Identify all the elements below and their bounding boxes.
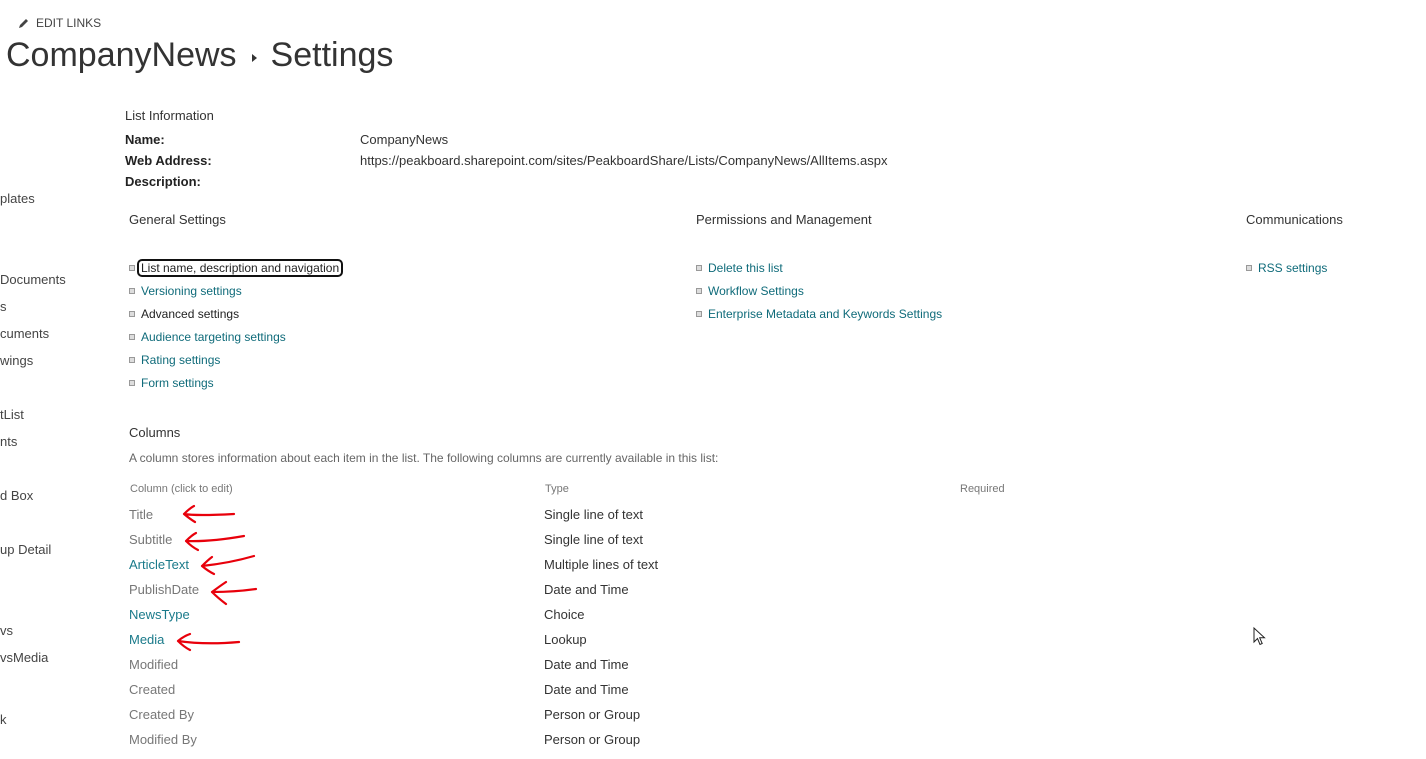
arrow-icon (184, 531, 246, 552)
annotation-arrows (176, 504, 258, 652)
arrow-icon (182, 504, 236, 524)
arrow-icon (200, 554, 256, 576)
arrow-icon (176, 632, 241, 652)
mouse-cursor-icon (1253, 626, 1266, 646)
arrow-icon (210, 580, 258, 606)
